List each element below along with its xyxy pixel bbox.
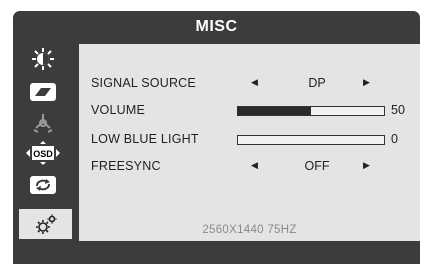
low-blue-light-value: 0 [391, 132, 398, 146]
osd-icon-label: OSD [33, 149, 53, 159]
sidebar-item-image[interactable] [23, 79, 63, 105]
volume-value: 50 [391, 103, 405, 117]
signal-source-label: SIGNAL SOURCE [91, 76, 196, 90]
settings-panel: SIGNAL SOURCE ◀ DP ▶ VOLUME 50 LOW BLUE … [79, 44, 420, 241]
signal-source-row[interactable]: SIGNAL SOURCE ◀ DP ▶ [79, 74, 420, 94]
freesync-value: OFF [304, 159, 330, 173]
freesync-left-arrow-icon[interactable]: ◀ [251, 160, 258, 171]
osd-menu: MISC OSD SIGNAL SOURCE ◀ DP ▶ VOLUME 50 … [13, 11, 420, 264]
reset-icon [30, 176, 56, 194]
misc-settings-icon [35, 214, 56, 234]
color-icon [33, 114, 53, 133]
volume-label: VOLUME [91, 103, 145, 117]
sidebar-item-color[interactable] [23, 110, 63, 136]
sidebar-item-reset[interactable] [23, 172, 63, 198]
category-sidebar: OSD [13, 44, 72, 241]
signal-source-value: DP [308, 76, 326, 90]
signal-source-left-arrow-icon[interactable]: ◀ [251, 77, 258, 88]
signal-source-right-arrow-icon[interactable]: ▶ [363, 77, 370, 88]
menu-title: MISC [195, 18, 238, 35]
low-blue-light-row[interactable]: LOW BLUE LIGHT 0 [79, 130, 420, 150]
freesync-label: FREESYNC [91, 159, 161, 173]
sidebar-item-osd[interactable]: OSD [23, 140, 63, 166]
freesync-row[interactable]: FREESYNC ◀ OFF ▶ [79, 157, 420, 177]
footer-bar [13, 241, 420, 264]
image-icon [30, 83, 56, 101]
low-blue-light-slider[interactable] [237, 135, 385, 145]
volume-slider[interactable] [237, 106, 385, 116]
resolution-info: 2560X1440 75HZ [202, 224, 297, 236]
freesync-right-arrow-icon[interactable]: ▶ [363, 160, 370, 171]
sidebar-item-brightness[interactable] [23, 46, 63, 72]
volume-row[interactable]: VOLUME 50 [79, 101, 420, 121]
osd-icon: OSD [26, 141, 60, 165]
volume-slider-fill [238, 107, 311, 115]
sidebar-item-misc[interactable] [19, 209, 72, 239]
low-blue-light-label: LOW BLUE LIGHT [91, 132, 199, 146]
brightness-icon [32, 48, 54, 70]
